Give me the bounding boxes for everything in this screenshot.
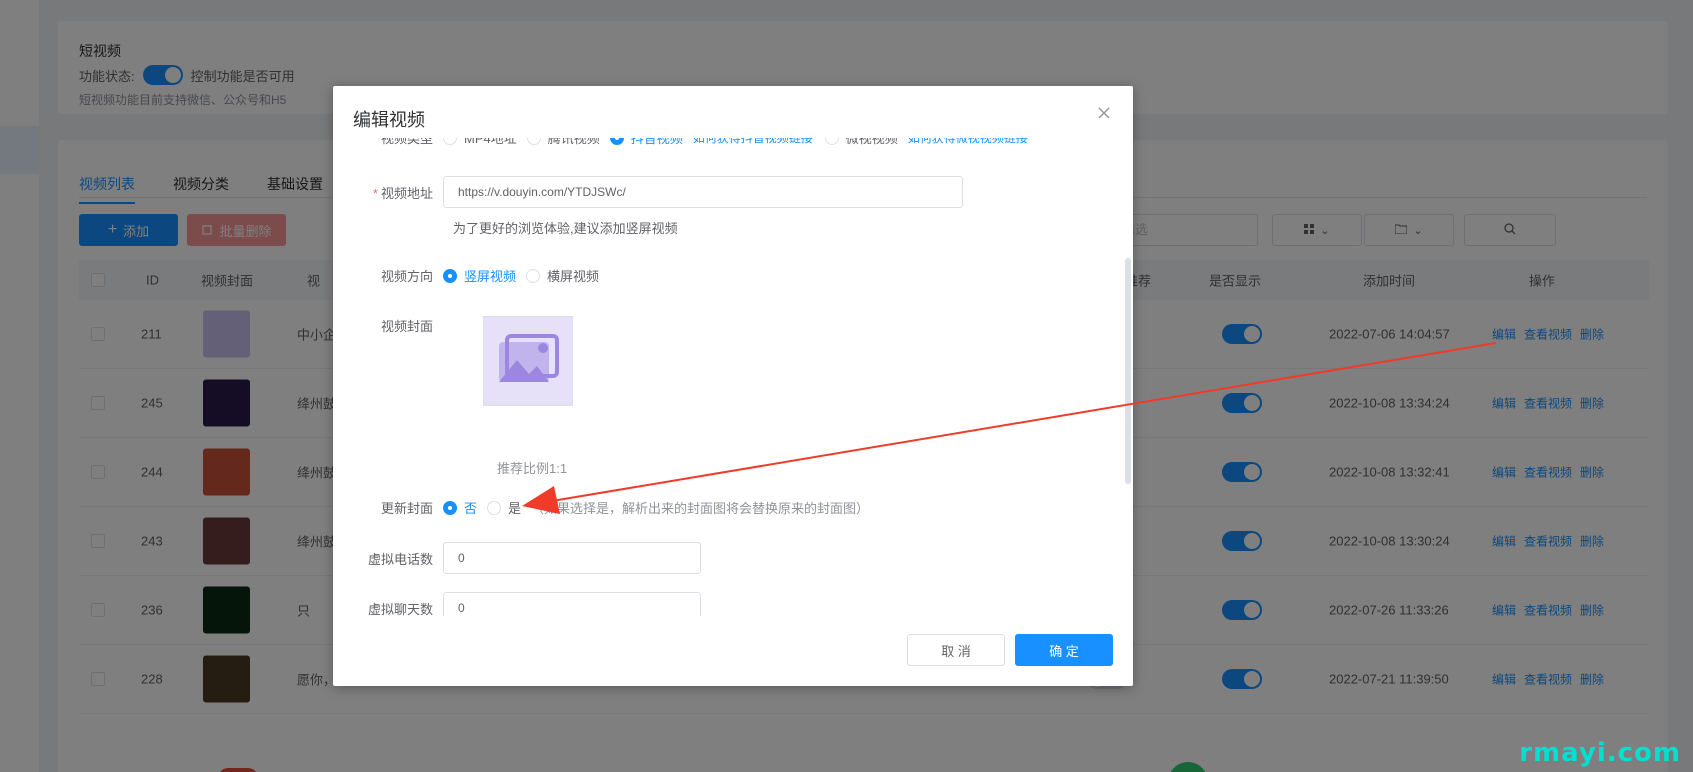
update-cover-label: 更新封面 — [380, 501, 433, 516]
dialog-body: 视频类型 MP4地址 腾讯视频 抖音视频 如何获得抖音视频链接 微视视频 如何获… — [333, 138, 1133, 616]
required-mark: * — [372, 185, 378, 201]
radio-douyin[interactable] — [609, 138, 624, 145]
radio-landscape[interactable] — [526, 268, 541, 283]
video-url-input[interactable]: https://v.douyin.com/YTDJSWc/ — [443, 176, 963, 208]
radio-mp4-label: MP4地址 — [464, 138, 517, 146]
cover-label: 视频封面 — [380, 319, 433, 334]
form-row-direction: 视频方向 竖屏视频 横屏视频 — [333, 266, 609, 285]
video-url-hint: 为了更好的浏览体验,建议添加竖屏视频 — [453, 221, 678, 236]
radio-update-no[interactable] — [443, 500, 457, 515]
form-row-cover: 视频封面 — [333, 316, 573, 406]
weishi-help-link[interactable]: 如何获得微视视频链接 — [908, 138, 1028, 146]
radio-portrait[interactable] — [443, 268, 457, 283]
radio-douyin-label: 抖音视频 — [630, 138, 683, 146]
virtual-calls-label: 虚拟电话数 — [367, 551, 433, 567]
dialog-footer: 取 消 确 定 — [907, 634, 1113, 666]
virtual-calls-input[interactable]: 0 — [443, 542, 701, 574]
cancel-button[interactable]: 取 消 — [907, 634, 1005, 666]
radio-tencent-label: 腾讯视频 — [547, 138, 600, 146]
dialog-scrollbar[interactable] — [1125, 258, 1131, 484]
form-row-update-cover: 更新封面 否 是 （如果选择是，解析出来的封面图将会替换原来的封面图） — [333, 498, 869, 517]
form-row-virtual-chats: 虚拟聊天数 0 — [333, 592, 701, 616]
image-icon — [493, 330, 563, 393]
video-url-label-text: 视频地址 — [380, 185, 433, 201]
video-url-hint-row: 为了更好的浏览体验,建议添加竖屏视频 — [453, 218, 678, 237]
form-row-virtual-calls: 虚拟电话数 0 — [333, 542, 701, 574]
radio-update-no-label: 否 — [464, 501, 478, 516]
update-cover-note: （如果选择是，解析出来的封面图将会替换原来的封面图） — [531, 501, 870, 516]
video-type-label: 视频类型 — [380, 138, 433, 146]
video-url-label: * 视频地址 — [333, 183, 443, 202]
confirm-button[interactable]: 确 定 — [1015, 634, 1113, 666]
radio-mp4[interactable] — [443, 138, 457, 145]
cover-ratio-hint: 推荐比例1:1 — [497, 461, 568, 476]
virtual-chats-label: 虚拟聊天数 — [367, 601, 433, 617]
radio-update-yes[interactable] — [487, 500, 502, 515]
radio-tencent[interactable] — [526, 138, 541, 145]
virtual-chats-input[interactable]: 0 — [443, 592, 701, 616]
radio-portrait-label: 竖屏视频 — [464, 269, 517, 284]
douyin-help-link[interactable]: 如何获得抖音视频链接 — [693, 138, 813, 146]
direction-label: 视频方向 — [380, 269, 433, 284]
close-icon[interactable] — [1097, 104, 1113, 120]
form-row-video-type: 视频类型 MP4地址 腾讯视频 抖音视频 如何获得抖音视频链接 微视视频 如何获… — [333, 138, 1040, 147]
radio-update-yes-label: 是 — [508, 501, 522, 516]
dialog-title: 编辑视频 — [353, 110, 425, 130]
watermark: rmayi.com — [1519, 738, 1681, 768]
form-row-video-url: * 视频地址 https://v.douyin.com/YTDJSWc/ — [333, 176, 963, 208]
edit-video-dialog: 编辑视频 视频类型 MP4地址 腾讯视频 抖音视频 如何获得抖音视频链接 微视视… — [333, 86, 1133, 686]
radio-weishi-label: 微视视频 — [845, 138, 898, 146]
cover-upload[interactable] — [483, 316, 573, 406]
radio-weishi[interactable] — [824, 138, 839, 145]
radio-landscape-label: 横屏视频 — [547, 269, 600, 284]
cover-ratio-row: 推荐比例1:1 — [497, 458, 567, 477]
